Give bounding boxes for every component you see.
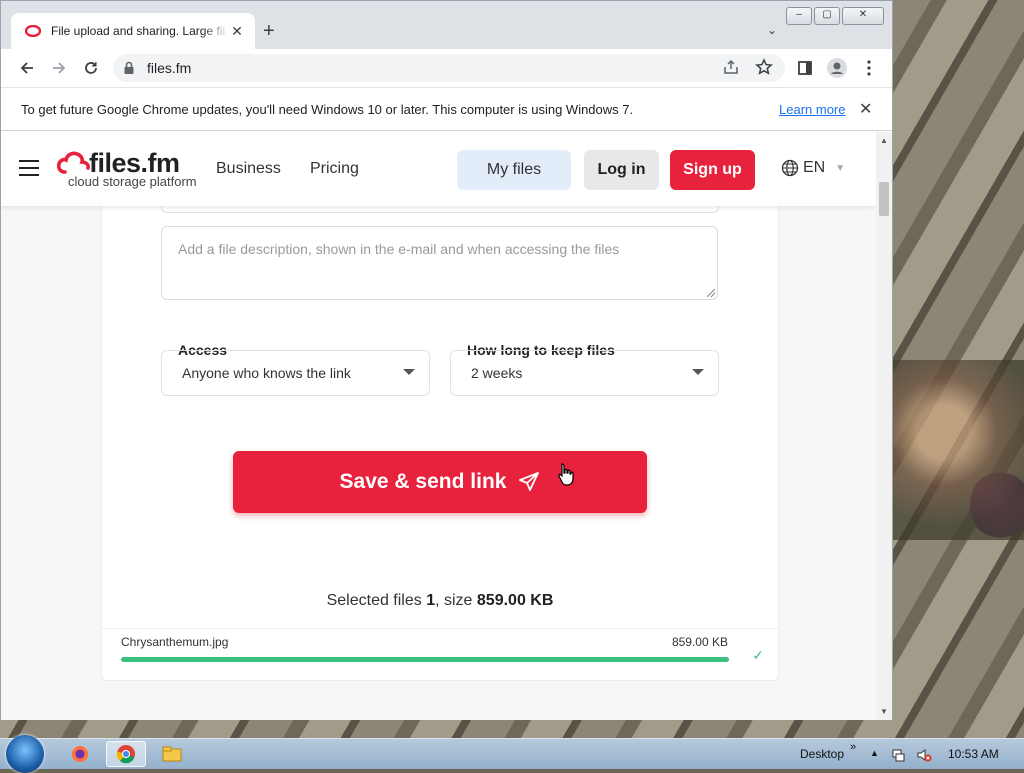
clock-time[interactable]: 10:53 AM (948, 747, 999, 761)
infobar-close-icon[interactable]: ✕ (859, 99, 872, 119)
browser-toolbar: files.fm (1, 49, 892, 87)
nav-pricing[interactable]: Pricing (310, 160, 359, 178)
maximize-icon[interactable]: ▢ (814, 7, 840, 25)
chrome-icon (116, 745, 135, 764)
tray-expand-icon[interactable]: ▲ (870, 748, 879, 758)
toolbar-overflow-icon[interactable]: » (850, 741, 856, 753)
resize-grip-icon[interactable] (707, 289, 715, 297)
taskbar-explorer[interactable] (152, 741, 192, 767)
hand-cursor-icon (558, 463, 574, 486)
sign-up-button[interactable]: Sign up (670, 150, 755, 190)
globe-icon (781, 159, 799, 177)
volume-muted-icon[interactable] (916, 747, 932, 763)
upload-progress-bar (121, 657, 729, 662)
file-list-item: Chrysanthemum.jpg 859.00 KB ✓ (102, 628, 778, 681)
window-close-icon[interactable]: ✕ (842, 7, 884, 25)
desktop-toolbar-label[interactable]: Desktop (800, 747, 844, 761)
file-size: 859.00 KB (671, 635, 728, 649)
files-fm-logo[interactable]: files.fm cloud storage platform (56, 148, 197, 189)
summary-size: 859.00 KB (476, 592, 554, 609)
scroll-up-arrow-icon[interactable]: ▲ (880, 136, 888, 145)
keep-duration-value: 2 weeks (471, 365, 523, 381)
selected-files-summary: Selected files 1, size 859.00 KB (1, 592, 876, 610)
taskbar-firefox[interactable] (60, 741, 100, 767)
page-scrollbar[interactable]: ▲ ▼ (876, 132, 892, 720)
summary-prefix: Selected files (326, 592, 427, 609)
infobar-message: To get future Google Chrome updates, you… (21, 102, 634, 117)
tab-strip: File upload and sharing. Large fil ✕ + ⌄… (1, 1, 892, 49)
profile-avatar-icon[interactable] (827, 58, 847, 78)
dropdown-arrow-icon (692, 369, 704, 375)
taskbar-chrome[interactable] (106, 741, 146, 767)
windows-taskbar: Desktop » ▲ 10:53 AM (0, 735, 1024, 773)
language-code: EN (803, 159, 826, 176)
forward-arrow-icon[interactable] (49, 58, 69, 78)
minimize-icon[interactable]: – (786, 7, 812, 25)
my-files-button[interactable]: My files (457, 150, 571, 190)
site-header: files.fm cloud storage platform Business… (1, 132, 876, 206)
access-select[interactable]: Anyone who knows the link (161, 350, 430, 396)
wallpaper-flower (970, 470, 1024, 540)
scroll-down-arrow-icon[interactable]: ▼ (880, 707, 888, 716)
menu-kebab-icon[interactable] (859, 58, 879, 78)
log-in-button[interactable]: Log in (584, 150, 659, 190)
scrollbar-thumb[interactable] (879, 182, 889, 216)
start-button-icon[interactable] (6, 735, 44, 773)
tab-files-fm[interactable]: File upload and sharing. Large fil ✕ (11, 13, 255, 49)
network-icon[interactable] (892, 748, 906, 762)
tab-title: File upload and sharing. Large fil (51, 24, 226, 38)
window-controls: – ▢ ✕ (786, 7, 884, 25)
logo-tagline: cloud storage platform (68, 174, 197, 189)
update-infobar: To get future Google Chrome updates, you… (1, 87, 892, 131)
file-description-textarea[interactable]: Add a file description, shown in the e-m… (161, 226, 718, 300)
lock-icon[interactable] (123, 61, 135, 80)
files-fm-favicon-icon (25, 23, 41, 39)
keep-duration-select[interactable]: 2 weeks (450, 350, 719, 396)
learn-more-link[interactable]: Learn more (779, 102, 845, 117)
summary-count: 1 (426, 592, 436, 609)
folder-icon (162, 746, 182, 762)
save-send-link-button[interactable]: Save & send link (233, 451, 647, 513)
upload-progress-fill (121, 657, 729, 662)
side-panel-icon[interactable] (795, 58, 815, 78)
bookmark-star-icon[interactable] (755, 58, 773, 81)
new-tab-icon[interactable]: + (263, 21, 275, 41)
back-arrow-icon[interactable] (17, 58, 37, 78)
description-placeholder: Add a file description, shown in the e-m… (178, 241, 620, 257)
reload-icon[interactable] (81, 58, 101, 78)
language-selector[interactable]: EN ▼ (781, 159, 845, 177)
tab-search-chevron-icon[interactable]: ⌄ (767, 23, 777, 37)
access-value: Anyone who knows the link (182, 365, 351, 381)
url-text[interactable]: files.fm (147, 60, 191, 76)
paper-plane-icon (519, 472, 540, 491)
nav-business[interactable]: Business (216, 160, 281, 178)
tab-close-icon[interactable]: ✕ (229, 23, 245, 40)
dropdown-arrow-icon (403, 369, 415, 375)
address-bar[interactable]: files.fm (113, 54, 785, 82)
chevron-down-icon: ▼ (835, 162, 846, 174)
upload-complete-check-icon: ✓ (752, 647, 764, 663)
hamburger-menu-icon[interactable] (19, 160, 39, 181)
firefox-icon (72, 746, 88, 762)
share-icon[interactable] (723, 59, 739, 80)
browser-window: File upload and sharing. Large fil ✕ + ⌄… (0, 0, 893, 720)
page-viewport: files.fm cloud storage platform Business… (1, 132, 876, 720)
save-send-link-label: Save & send link (339, 470, 507, 493)
file-name: Chrysanthemum.jpg (121, 635, 229, 649)
summary-mid: , size (435, 592, 477, 609)
